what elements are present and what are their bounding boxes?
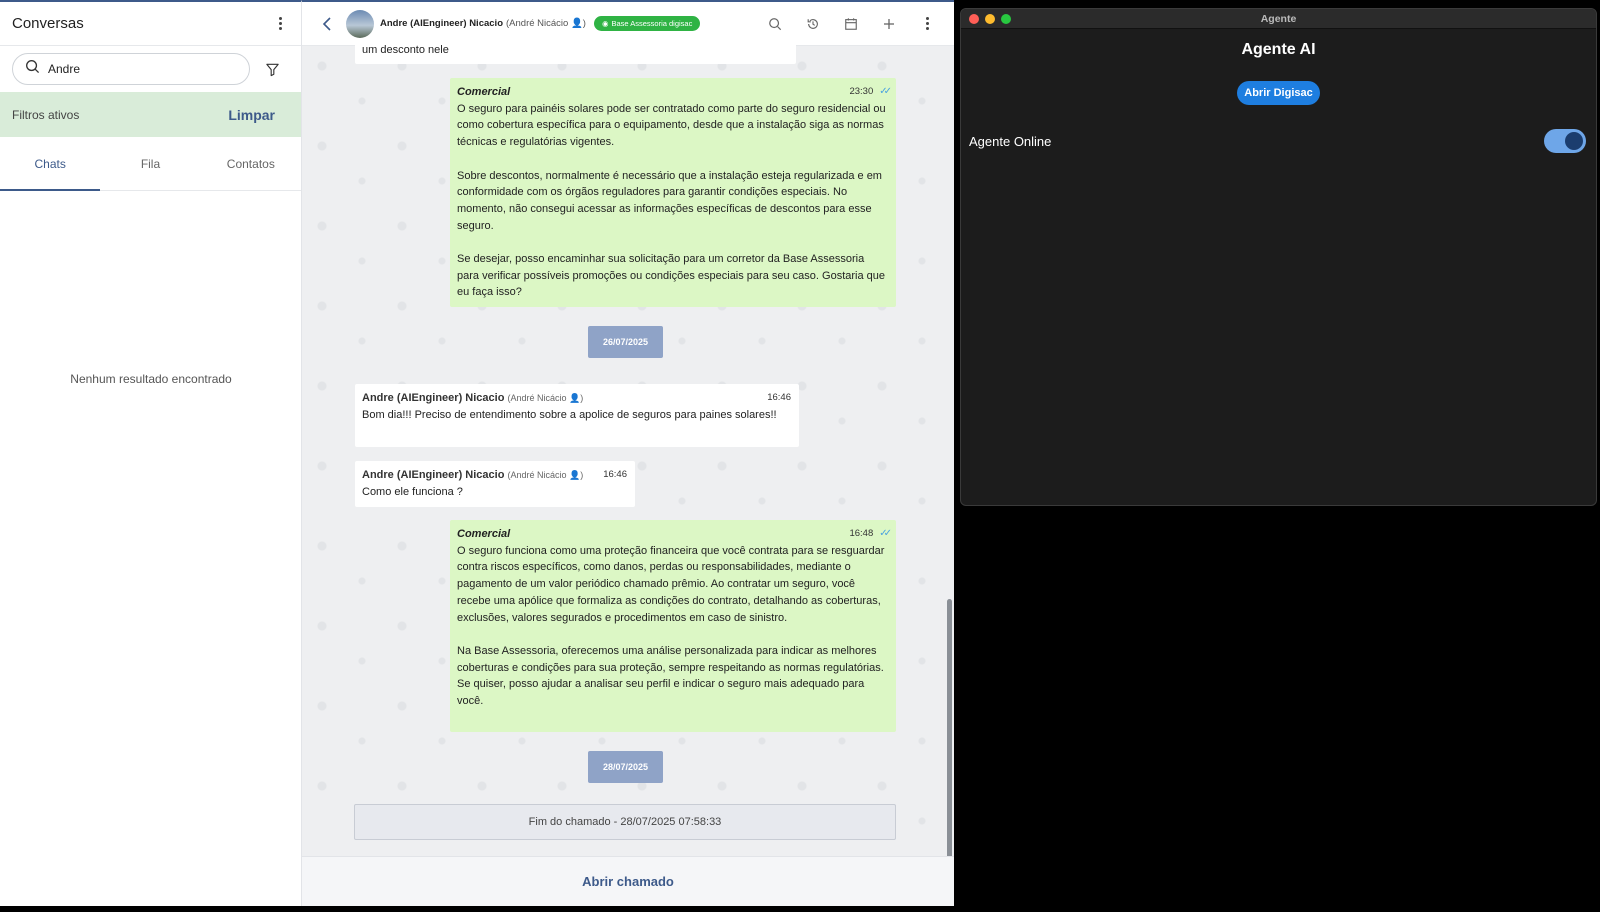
minimize-window-icon[interactable] [985, 14, 995, 24]
message-author: Comercial [457, 86, 511, 98]
search-box[interactable] [12, 53, 250, 85]
agent-online-toggle[interactable] [1544, 129, 1586, 153]
panel-title: Conversas [12, 15, 84, 32]
window-controls [969, 14, 1011, 24]
open-ticket-button[interactable]: Abrir chamado [582, 874, 674, 889]
tab-contacts[interactable]: Contatos [201, 137, 301, 190]
message-incoming: um desconto nele [355, 38, 796, 64]
chat-more-options-icon[interactable] [918, 15, 936, 33]
search-row [0, 46, 301, 92]
ticket-end-notice: Fim do chamado - 28/07/2025 07:58:33 [354, 804, 896, 840]
active-filters-label: Filtros ativos [12, 107, 80, 122]
chat-header-actions [766, 15, 944, 33]
contact-alias: (André Nicácio 👤) [506, 18, 586, 29]
message-text: Como ele funciona ? [362, 485, 463, 498]
sender-alias: (André Nicácio 👤) [507, 470, 584, 480]
tab-chats[interactable]: Chats [0, 137, 101, 191]
message-sender: Andre (AIEngineer) Nicacio (André Nicáci… [362, 467, 628, 484]
contact-name[interactable]: Andre (AIEngineer) Nicacio [380, 18, 503, 29]
conversations-panel: Conversas Filtros ativos Limpar Chats Fi… [0, 0, 302, 906]
message-time-value: 16:48 [849, 528, 874, 539]
active-filters-bar: Filtros ativos Limpar [0, 92, 301, 137]
calendar-icon[interactable] [842, 15, 860, 33]
close-window-icon[interactable] [969, 14, 979, 24]
message-incoming: Andre (AIEngineer) Nicacio (André Nicáci… [355, 461, 635, 507]
message-outgoing: Comercial 16:48 ✓✓ O seguro funciona como… [450, 520, 896, 732]
message-text: O seguro funciona como uma proteção fina… [457, 544, 885, 708]
sender-name: Andre (AIEngineer) Nicacio [362, 469, 505, 481]
service-badge-label: Base Assessoria digisac [611, 19, 693, 28]
message-outgoing: Comercial 23:30 ✓✓ O seguro para painéis … [450, 78, 896, 307]
whatsapp-icon: ◉ [601, 19, 609, 28]
message-incoming: Andre (AIEngineer) Nicacio (André Nicáci… [355, 384, 799, 447]
open-digisac-button[interactable]: Abrir Digisac [1237, 81, 1320, 105]
message-scrollbar[interactable] [947, 599, 952, 861]
plus-icon[interactable] [880, 15, 898, 33]
message-time: 23:30 ✓✓ [849, 84, 892, 101]
window-title: Agente [1260, 13, 1297, 25]
agent-title: Agente AI [1241, 41, 1316, 58]
agent-online-label: Agente Online [969, 133, 1052, 149]
tab-queue[interactable]: Fila [100, 137, 200, 190]
agent-online-row: Agente Online [961, 129, 1596, 153]
message-time: 16:46 [767, 392, 791, 403]
read-receipt-icon: ✓✓ [879, 86, 892, 97]
read-receipt-icon: ✓✓ [879, 528, 892, 539]
empty-results-message: Nenhum resultado encontrado [70, 372, 232, 386]
search-icon[interactable] [766, 15, 784, 33]
date-separator: 28/07/2025 [588, 751, 663, 783]
maximize-window-icon[interactable] [1001, 14, 1011, 24]
window-titlebar: Agente [961, 9, 1596, 29]
message-time-value: 23:30 [849, 86, 874, 97]
more-options-icon[interactable] [271, 15, 289, 33]
filter-icon[interactable] [262, 59, 282, 79]
message-time: 16:46 [603, 469, 627, 480]
conversations-header: Conversas [0, 2, 301, 46]
chat-footer: Abrir chamado [302, 856, 954, 906]
sender-name: Andre (AIEngineer) Nicacio [362, 392, 505, 404]
back-arrow-icon[interactable] [312, 16, 342, 31]
message-text: um desconto nele [362, 44, 449, 56]
message-author: Comercial [457, 528, 511, 540]
history-icon[interactable] [804, 15, 822, 33]
contact-avatar[interactable] [346, 9, 374, 38]
service-badge: ◉ Base Assessoria digisac [593, 16, 701, 31]
search-input[interactable] [48, 62, 218, 76]
message-text: Bom dia!!! Preciso de entendimento sobre… [362, 408, 777, 421]
conversation-tabs: Chats Fila Contatos [0, 137, 301, 191]
clear-filters-button[interactable]: Limpar [228, 107, 275, 123]
message-time: 16:48 ✓✓ [849, 526, 892, 543]
message-sender: Andre (AIEngineer) Nicacio (André Nicáci… [362, 390, 792, 407]
agent-window: Agente Agente AI Abrir Digisac Agente On… [960, 8, 1597, 506]
sender-alias: (André Nicácio 👤) [507, 393, 584, 403]
message-text: O seguro para painéis solares pode ser c… [457, 102, 886, 299]
date-separator: 26/07/2025 [588, 326, 663, 358]
search-icon [25, 59, 40, 79]
